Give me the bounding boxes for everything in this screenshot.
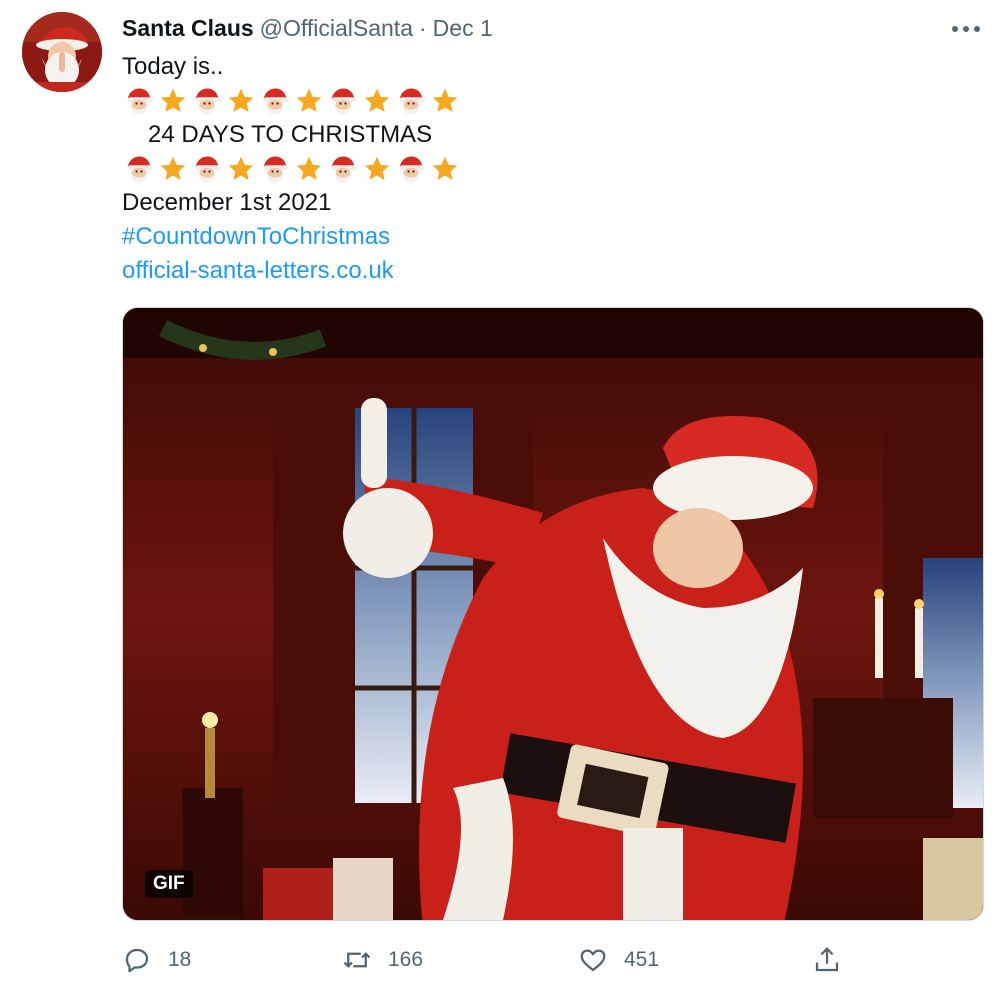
- hashtag-link[interactable]: #CountdownToChristmas: [122, 220, 462, 254]
- author-name[interactable]: Santa Claus: [122, 15, 254, 42]
- santa-face-icon: [326, 152, 360, 186]
- santa-face-icon: [258, 84, 292, 118]
- santa-face-icon: [394, 152, 428, 186]
- star-icon: [156, 152, 190, 186]
- tweet-date[interactable]: Dec 1: [433, 15, 493, 42]
- santa-avatar-image: [22, 12, 102, 92]
- santa-face-icon: [190, 84, 224, 118]
- like-button[interactable]: 451: [578, 940, 659, 980]
- star-icon: [224, 152, 258, 186]
- star-icon: [292, 84, 326, 118]
- tweet-header: Santa Claus @OfficialSanta · Dec 1: [122, 12, 493, 44]
- star-icon: [156, 84, 190, 118]
- emoji-row-bottom: [122, 152, 462, 186]
- star-icon: [360, 152, 394, 186]
- more-options-icon[interactable]: [948, 16, 984, 42]
- headline-line: 24 DAYS TO CHRISTMAS: [148, 121, 433, 148]
- santa-face-icon: [122, 152, 156, 186]
- gif-badge: GIF: [145, 870, 193, 898]
- emoji-row-top: [122, 84, 462, 118]
- intro-line: Today is..: [122, 53, 224, 80]
- star-icon: [428, 84, 462, 118]
- star-icon: [224, 84, 258, 118]
- santa-face-icon: [258, 152, 292, 186]
- like-count: 451: [624, 948, 660, 971]
- tweet-text: Today is.. 24 DAYS TO CHRISTMAS December…: [122, 50, 462, 288]
- santa-waving-gif: [123, 308, 983, 920]
- date-line: December 1st 2021: [122, 189, 332, 216]
- gif-media[interactable]: GIF: [122, 307, 984, 921]
- santa-face-icon: [394, 84, 428, 118]
- star-icon: [292, 152, 326, 186]
- star-icon: [428, 152, 462, 186]
- santa-face-icon: [326, 84, 360, 118]
- share-button[interactable]: [812, 940, 842, 980]
- heart-icon: [580, 949, 606, 972]
- retweet-button[interactable]: 166: [342, 940, 423, 980]
- avatar[interactable]: [22, 12, 102, 92]
- tweet-actions: 18 166 451: [122, 940, 982, 980]
- reply-button[interactable]: 18: [122, 940, 191, 980]
- reply-icon: [125, 948, 149, 973]
- santa-face-icon: [122, 84, 156, 118]
- reply-count: 18: [168, 948, 192, 971]
- website-link[interactable]: official-santa-letters.co.uk: [122, 254, 462, 288]
- retweet-count: 166: [388, 948, 424, 971]
- author-handle[interactable]: @OfficialSanta: [260, 15, 413, 42]
- retweet-icon: [343, 952, 371, 968]
- santa-face-icon: [190, 152, 224, 186]
- star-icon: [360, 84, 394, 118]
- header-separator: ·: [419, 14, 427, 41]
- share-icon: [815, 947, 839, 972]
